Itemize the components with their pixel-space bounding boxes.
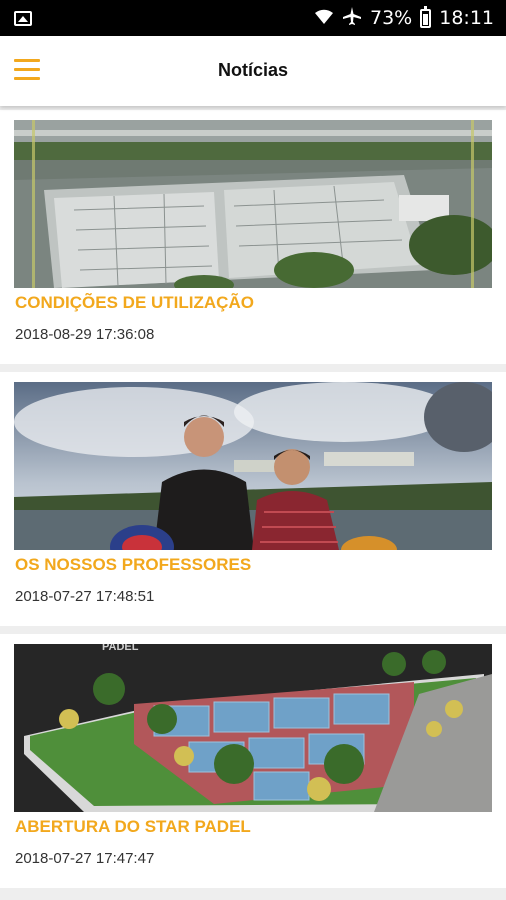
news-card[interactable]: PADEL ABERTURA DO STAR PADEL 2018-07-27 …: [0, 634, 506, 888]
news-image: PADEL: [14, 644, 492, 812]
news-title[interactable]: ABERTURA DO STAR PADEL: [15, 817, 251, 837]
news-card[interactable]: CONDIÇÕES DE UTILIZAÇÃO 2018-08-29 17:36…: [0, 110, 506, 364]
app-bar: Notícias: [0, 36, 506, 106]
news-image: [14, 120, 492, 288]
news-list: CONDIÇÕES DE UTILIZAÇÃO 2018-08-29 17:36…: [0, 110, 506, 896]
news-image: [14, 382, 492, 550]
news-date: 2018-07-27 17:48:51: [15, 588, 155, 605]
status-time: 18:11: [439, 7, 494, 29]
news-title[interactable]: CONDIÇÕES DE UTILIZAÇÃO: [15, 293, 254, 313]
status-bar: 73% 18:11: [0, 0, 506, 36]
battery-percent: 73%: [370, 7, 413, 29]
battery-icon: [420, 5, 432, 28]
photo-icon: [14, 10, 32, 26]
news-card[interactable]: OS NOSSOS PROFESSORES 2018-07-27 17:48:5…: [0, 372, 506, 626]
news-date: 2018-08-29 17:36:08: [15, 326, 155, 343]
wifi-icon: [314, 7, 334, 30]
news-date: 2018-07-27 17:47:47: [15, 850, 155, 867]
airplane-mode-icon: [342, 6, 362, 31]
news-title[interactable]: OS NOSSOS PROFESSORES: [15, 555, 251, 575]
image-caption: PADEL: [102, 644, 139, 653]
page-title: Notícias: [217, 60, 289, 80]
